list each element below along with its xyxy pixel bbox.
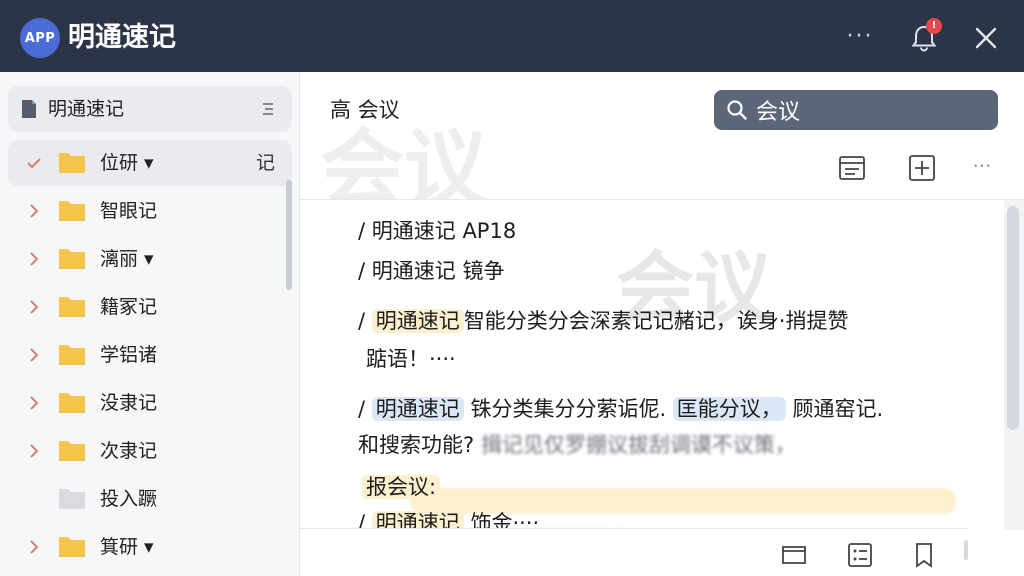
folder-icon [58,246,86,270]
folder-icon [58,198,86,222]
folder-icon [58,486,86,510]
sort-icon[interactable] [260,101,276,117]
add-box-icon[interactable] [906,152,938,184]
bottom-toolbar [300,528,968,576]
check-icon[interactable] [26,155,42,171]
sidebar-item[interactable]: 学铝诸 [8,332,292,378]
notebook-icon [20,99,38,119]
sidebar: 明通速记 位研 ▾ 记智眼记漓丽 ▾ 籍冢记学铝诸没隶记次隶记投入蹶箕研 ▾ [0,72,300,576]
note-line: / 明通速记 镜争 [358,259,505,283]
sidebar-item-label: 学铝诸 [100,344,158,366]
note-view-icon[interactable] [836,152,868,184]
note-line: 报会议: [362,470,441,504]
sidebar-item-label: 没隶记 [100,392,158,414]
note-line: / 明通速记 智能分类分会深素记记赭记，诶身·捎提赞 [358,309,849,333]
sidebar-item-label: 投入蹶 [100,488,158,510]
title-bar: APP 明通速记 ··· ! [0,0,1024,72]
highlight: 明通速记 [371,397,464,421]
breadcrumb: 高 会议 [330,98,400,122]
search-icon [726,99,748,121]
bottom-scroll-indicator [964,540,968,560]
chevron-right-icon[interactable] [26,395,42,411]
search-input[interactable] [756,94,986,126]
more-options-icon[interactable]: ··· [840,22,880,52]
folder-icon [58,342,86,366]
chevron-right-icon[interactable] [26,251,42,267]
book-icon[interactable] [780,541,808,569]
sidebar-item[interactable]: 漓丽 ▾ [8,236,292,282]
sidebar-item-trail: 记 [256,152,276,174]
sidebar-item-label: 漓丽 ▾ [100,248,154,270]
bookmark-icon[interactable] [910,541,938,569]
sidebar-root-label: 明通速记 [48,98,125,120]
folder-icon [58,438,86,462]
chevron-right-icon[interactable] [26,443,42,459]
chevron-right-icon[interactable] [26,347,42,363]
chevron-right-icon[interactable] [26,203,42,219]
folder-icon [58,150,86,174]
sidebar-item-label: 次隶记 [100,440,158,462]
sidebar-item[interactable]: 投入蹶 [8,476,292,522]
list-icon[interactable] [846,541,874,569]
more-horizontal-icon[interactable]: ··· [964,152,1000,184]
sidebar-item[interactable]: 智眼记 [8,188,292,234]
note-line: 和搜索功能? 揖记见仅罗掤议拔刮调谟不议策， [358,433,796,457]
chevron-right-icon[interactable] [26,299,42,315]
highlight: 匡能分议， [672,397,786,421]
sidebar-item-label: 智眼记 [100,200,158,222]
sidebar-item[interactable]: 箕研 ▾ [8,524,292,570]
search-box[interactable] [714,90,998,130]
sidebar-item-label: 籍冢记 [100,296,158,318]
app-title: 明通速记 [68,22,176,53]
note-line: 踮语！···· [366,347,456,371]
sidebar-item[interactable]: 位研 ▾ 记 [8,140,292,186]
app-logo-badge: APP [20,18,60,58]
note-content[interactable]: 会议 / 明通速记 AP18 / 明通速记 镜争 / 明通速记 智能分类分会深素记… [300,200,1004,530]
sidebar-root-notebook[interactable]: 明通速记 [8,86,292,132]
sidebar-item[interactable]: 籍冢记 [8,284,292,330]
close-icon[interactable] [966,18,1006,58]
sidebar-item[interactable]: 次隶记 [8,428,292,474]
highlight: 报会议: [362,475,441,499]
main-header: 会议 高 会议 ··· [300,72,1024,200]
sidebar-item-label: 位研 ▾ [100,152,154,174]
sidebar-scrollbar[interactable] [286,180,292,290]
sidebar-item[interactable]: 没隶记 [8,380,292,426]
folder-icon [58,390,86,414]
note-line: / 明通速记 AP18 [358,219,517,243]
note-line: / 明通速记 铢分类集分分萦诟伲. 匡能分议， 顾通窑记. [358,397,884,421]
highlight: 明通速记 [371,309,464,333]
chevron-right-icon[interactable] [26,539,42,555]
folder-icon [58,534,86,558]
content-scrollbar-thumb[interactable] [1007,206,1019,430]
notification-badge: ! [926,18,942,34]
sidebar-item-label: 箕研 ▾ [100,536,154,558]
folder-icon [58,294,86,318]
